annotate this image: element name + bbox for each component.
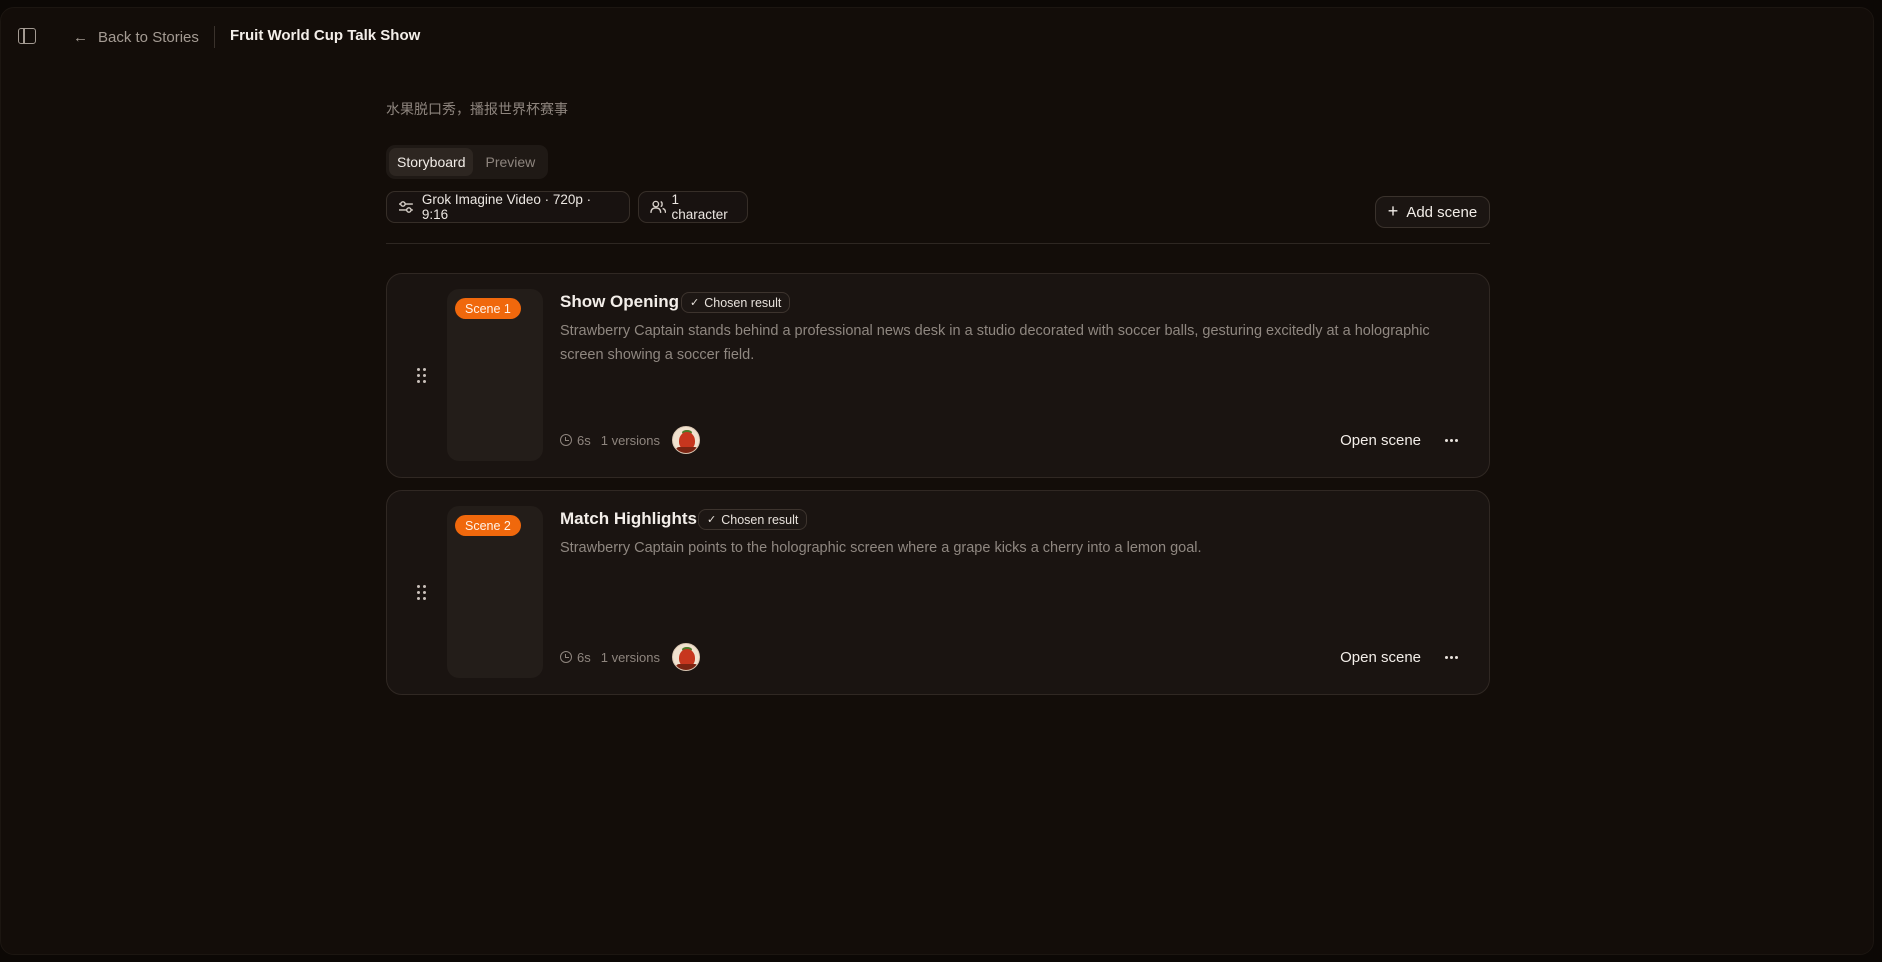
chosen-result-badge: ✓ Chosen result [681,292,791,313]
back-label: Back to Stories [98,28,199,46]
tab-storyboard[interactable]: Storyboard [389,148,474,176]
scene-meta: 6s 1 versions [560,426,700,454]
scene-duration: 6s [560,433,591,448]
clock-icon [560,651,572,663]
check-icon: ✓ [690,297,700,309]
model-settings-label: Grok Imagine Video · 720p · 9:16 [421,192,592,222]
add-scene-label: Add scene [1406,203,1478,221]
plus-icon: + [1387,201,1399,221]
character-avatar [671,643,700,671]
scene-description: Strawberry Captain stands behind a profe… [560,323,1430,363]
versions-count: 1 versions [600,432,660,448]
versions-count: 1 versions [600,649,660,665]
chosen-result-label: Chosen result [704,295,782,310]
section-divider [386,243,1490,244]
users-icon [650,200,667,213]
scene-duration: 6s [560,650,591,665]
view-tabs: Storyboard Preview [386,145,548,179]
arrow-left-icon: ← [73,28,88,46]
drag-handle-icon[interactable] [417,368,427,384]
scene-card[interactable]: Scene 2 Match Highlights ✓ Chosen result… [386,490,1490,695]
clock-icon [560,434,572,446]
scene-title: Match Highlights [560,509,697,528]
scene-badge: Scene 1 [455,298,521,319]
scene-card[interactable]: Scene 1 Show Opening ✓ Chosen result Str… [386,273,1490,478]
header-divider [214,26,215,48]
tab-preview[interactable]: Preview [477,148,543,176]
back-to-stories-link[interactable]: ← Back to Stories [73,27,199,47]
scene-title: Show Opening [560,292,679,311]
sliders-icon [398,201,413,213]
scene-meta: 6s 1 versions [560,643,700,671]
duration-value: 6s [577,432,591,448]
duration-value: 6s [577,649,591,665]
sidebar-toggle-icon[interactable] [18,28,36,44]
characters-button[interactable]: 1 character [638,191,748,223]
top-bar: ← Back to Stories Fruit World Cup Talk S… [1,8,1873,66]
chosen-result-label: Chosen result [721,512,799,527]
story-title: Fruit World Cup Talk Show [230,27,421,44]
more-options-icon[interactable] [1441,645,1461,669]
drag-handle-icon[interactable] [417,585,427,601]
app-window: ← Back to Stories Fruit World Cup Talk S… [0,7,1874,955]
model-settings-button[interactable]: Grok Imagine Video · 720p · 9:16 [386,191,630,223]
check-icon: ✓ [707,514,717,526]
add-scene-button[interactable]: + Add scene [1375,196,1490,228]
more-options-icon[interactable] [1441,428,1461,452]
story-description: 水果脱口秀，播报世界杯赛事 [386,102,568,118]
characters-label: 1 character [671,192,728,222]
chosen-result-badge: ✓ Chosen result [698,509,808,530]
scene-badge: Scene 2 [455,515,521,536]
character-avatar [671,426,700,454]
open-scene-button[interactable]: Open scene [1340,428,1421,452]
open-scene-button[interactable]: Open scene [1340,645,1421,669]
scene-description: Strawberry Captain points to the hologra… [560,540,1202,556]
